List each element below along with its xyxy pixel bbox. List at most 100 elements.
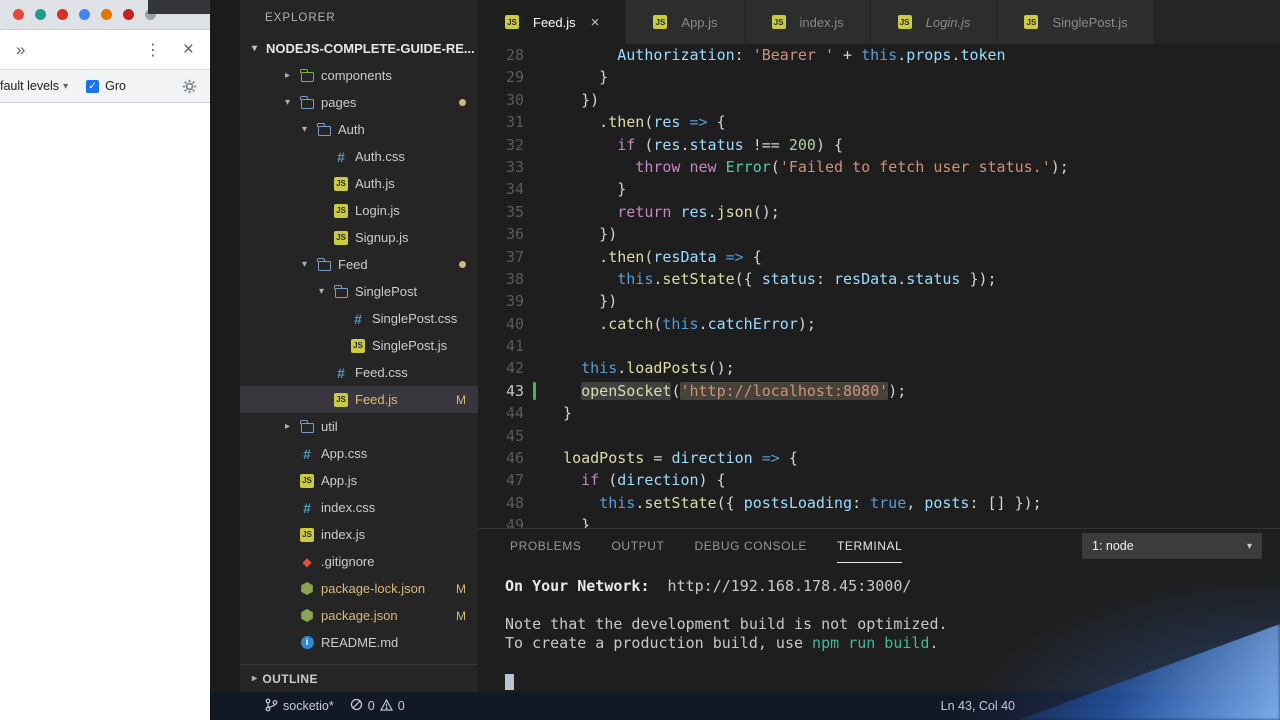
tree-item-package-lock.json[interactable]: package-lock.json M [240, 575, 478, 602]
tree-item-Login.js[interactable]: JS Login.js [240, 197, 478, 224]
tab-index.js[interactable]: JS index.js [744, 0, 871, 44]
code-line[interactable]: 40 .catch(this.catchError); [478, 313, 1280, 335]
code-line[interactable]: 45 [478, 425, 1280, 447]
code-token: = [644, 449, 672, 468]
panel-tab-debug-console[interactable]: DEBUG CONSOLE [694, 529, 807, 563]
favicon-5[interactable] [101, 9, 112, 20]
outline-section-header[interactable]: ▸ OUTLINE [240, 664, 478, 692]
git-modified-dot [459, 99, 466, 106]
tab-Feed.js[interactable]: JS Feed.js × [478, 0, 627, 44]
npm-file-icon [299, 608, 315, 624]
editor-code[interactable]: 28 Authorization: 'Bearer ' + this.props… [478, 44, 1280, 528]
problems-item[interactable]: 0 0 [350, 698, 405, 714]
code-line[interactable]: 43 openSocket('http://localhost:8080'); [478, 380, 1280, 402]
tree-item-package.json[interactable]: package.json M [240, 602, 478, 629]
code-line[interactable]: 35 return res.json(); [478, 201, 1280, 223]
line-number: 42 [505, 359, 524, 378]
favicon-2[interactable] [35, 9, 46, 20]
panel-tab-output[interactable]: OUTPUT [612, 529, 665, 563]
code-line[interactable]: 36 }) [478, 223, 1280, 245]
code-line[interactable]: 49 } [478, 514, 1280, 528]
tree-item-SinglePost[interactable]: ▾ SinglePost [240, 278, 478, 305]
favicon-4[interactable] [79, 9, 90, 20]
tab-SinglePost.js[interactable]: JS SinglePost.js [997, 0, 1155, 44]
project-section-header[interactable]: ▾ NODEJS-COMPLETE-GUIDE-RE... [240, 35, 478, 62]
gear-icon[interactable] [182, 79, 197, 94]
tree-item-index.css[interactable]: # index.css [240, 494, 478, 521]
tree-item-util[interactable]: ▸ util [240, 413, 478, 440]
overflow-tabs-icon[interactable]: » [0, 40, 25, 60]
tree-item-Feed[interactable]: ▾ Feed [240, 251, 478, 278]
code-token: ({ [716, 493, 744, 512]
tree-item-Signup.js[interactable]: JS Signup.js [240, 224, 478, 251]
code-line[interactable]: 32 if (res.status !== 200) { [478, 134, 1280, 156]
tab-App.js[interactable]: JS App.js [626, 0, 745, 44]
tree-item-Auth.css[interactable]: # Auth.css [240, 143, 478, 170]
code-line[interactable]: 41 [478, 335, 1280, 357]
tree-item-label: package.json [321, 608, 398, 623]
code-line[interactable]: 48 this.setState({ postsLoading: true, p… [478, 492, 1280, 514]
code-line[interactable]: 42 this.loadPosts(); [478, 357, 1280, 379]
tree-item-Feed.css[interactable]: # Feed.css [240, 359, 478, 386]
code-line[interactable]: 39 }) [478, 290, 1280, 312]
favicon-6[interactable] [123, 9, 134, 20]
terminal-selector[interactable]: 1: node ▾ [1082, 533, 1262, 559]
js-file-icon: JS [771, 14, 787, 30]
tree-item-.gitignore[interactable]: ◆ .gitignore [240, 548, 478, 575]
code-line[interactable]: 31 .then(res => { [478, 111, 1280, 133]
code-token: setState [662, 269, 735, 288]
code-token: ); [1050, 157, 1069, 176]
code-token: (); [707, 359, 735, 378]
tree-item-components[interactable]: ▸ components [240, 62, 478, 89]
code-line[interactable]: 44 } [478, 402, 1280, 424]
code-token: 200 [788, 135, 816, 154]
panel-tab-terminal[interactable]: TERMINAL [836, 529, 903, 563]
panel-tab-problems[interactable]: PROBLEMS [510, 529, 582, 563]
tree-item-index.js[interactable]: JS index.js [240, 521, 478, 548]
favicon-1[interactable] [13, 9, 24, 20]
tab-bar: JS Feed.js × JS App.js JS index.js JS Login.js JS… [478, 0, 1280, 44]
code-line[interactable]: 29 } [478, 66, 1280, 88]
tree-item-pages[interactable]: ▾ pages [240, 89, 478, 116]
browser-dark-tab [148, 0, 210, 14]
code-line[interactable]: 47 if (direction) { [478, 469, 1280, 491]
code-line[interactable]: 46 loadPosts = direction => { [478, 447, 1280, 469]
code-line[interactable]: 28 Authorization: 'Bearer ' + this.props… [478, 44, 1280, 66]
kebab-menu-icon[interactable]: ⋮ [145, 40, 161, 60]
tree-item-Feed.js[interactable]: JS Feed.js M [240, 386, 478, 413]
log-levels-dropdown[interactable]: fault levels ▾ [0, 79, 68, 93]
code-text: } [545, 178, 626, 200]
tree-item-SinglePost.css[interactable]: # SinglePost.css [240, 305, 478, 332]
tree-item-Auth.js[interactable]: JS Auth.js [240, 170, 478, 197]
code-token: { [743, 247, 762, 266]
file-tree: ▸ components ▾ pages ▾ Auth # Auth.css JS Auth.js… [240, 62, 478, 664]
group-checkbox[interactable]: ✓ [86, 79, 100, 93]
code-line[interactable]: 38 this.setState({ status: resData.statu… [478, 268, 1280, 290]
tree-item-App.css[interactable]: # App.css [240, 440, 478, 467]
tree-item-README.md[interactable]: i README.md [240, 629, 478, 656]
tab-Login.js[interactable]: JS Login.js [870, 0, 998, 44]
tree-item-App.js[interactable]: JS App.js [240, 467, 478, 494]
project-name: NODEJS-COMPLETE-GUIDE-RE... [266, 41, 475, 56]
js-file-icon: JS [333, 203, 349, 219]
tree-item-SinglePost.js[interactable]: JS SinglePost.js [240, 332, 478, 359]
code-token: if [581, 471, 600, 490]
code-line[interactable]: 33 throw new Error('Failed to fetch user… [478, 156, 1280, 178]
code-line[interactable]: 30 }) [478, 89, 1280, 111]
favicon-3[interactable] [57, 9, 68, 20]
code-line[interactable]: 34 } [478, 178, 1280, 200]
code-token: . [897, 269, 907, 288]
git-branch-item[interactable]: socketio* [265, 698, 334, 715]
code-token: then [608, 247, 645, 266]
terminal-content[interactable]: On Your Network: http://192.168.178.45:3… [478, 563, 1280, 691]
close-icon[interactable]: × [591, 14, 600, 31]
devtools-close-icon[interactable]: × [183, 39, 194, 61]
group-checkbox-label[interactable]: Gro [105, 79, 126, 93]
code-line[interactable]: 37 .then(resData => { [478, 246, 1280, 268]
tree-item-Auth[interactable]: ▾ Auth [240, 116, 478, 143]
cursor-position[interactable]: Ln 43, Col 40 [941, 699, 1015, 713]
